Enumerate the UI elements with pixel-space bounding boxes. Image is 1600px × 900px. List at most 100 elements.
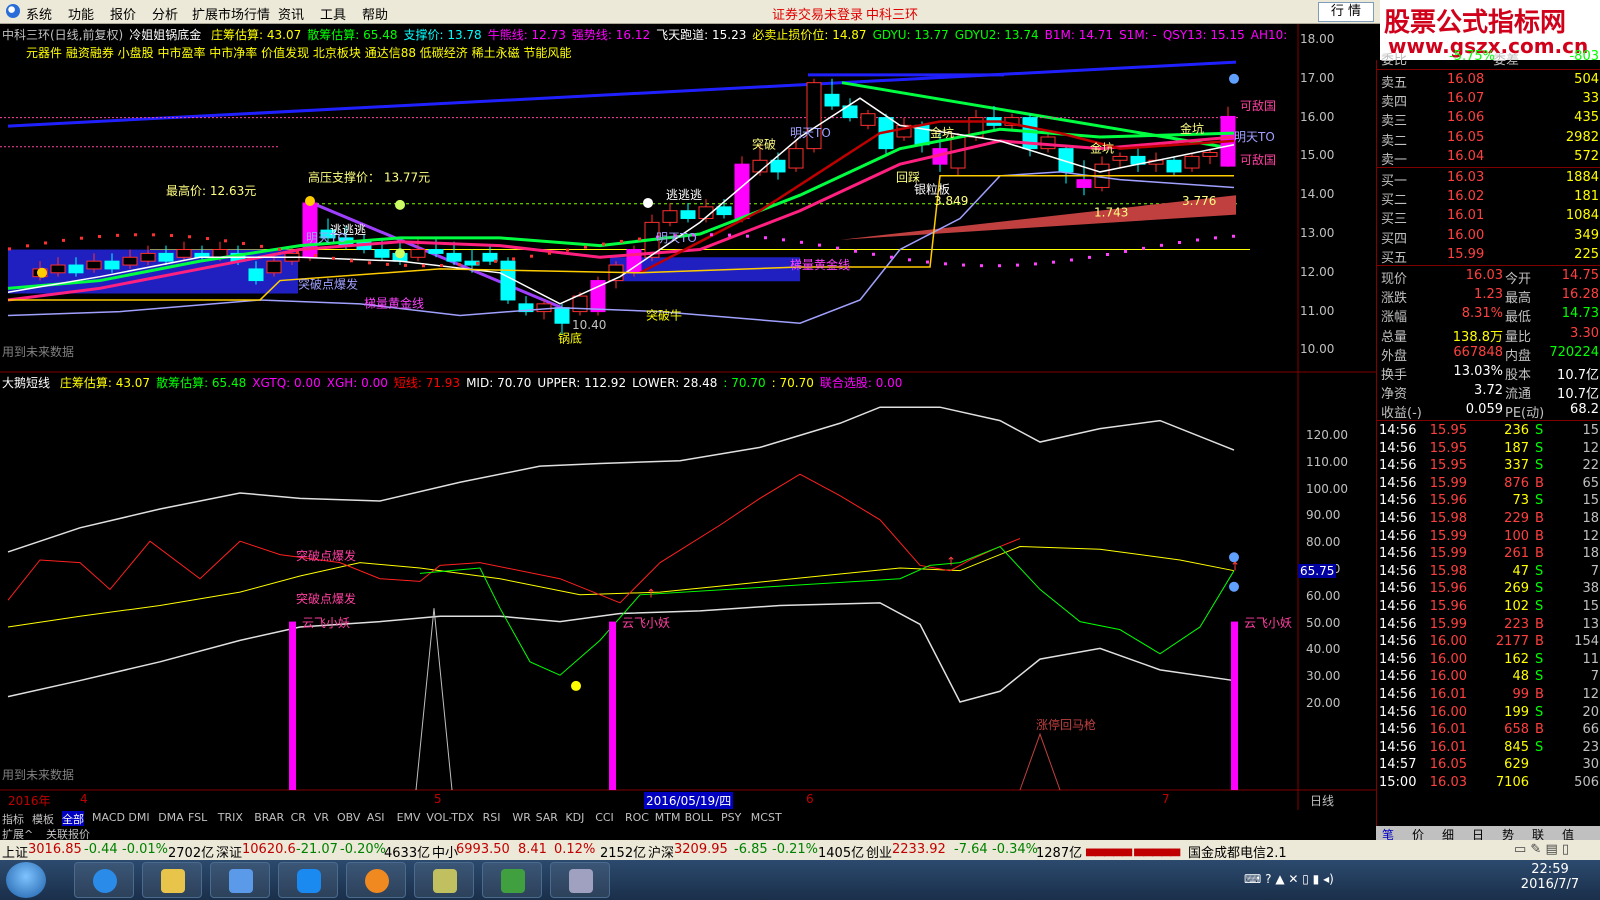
taskbar-browser[interactable] (278, 862, 338, 898)
quote-cell: 流通 (1505, 387, 1532, 403)
sz-change: -21.07 (296, 842, 338, 857)
zx-value: 6993.50 (456, 842, 510, 857)
tick-time: 14:56 (1379, 739, 1417, 755)
indicator-tab[interactable]: RSI (483, 811, 501, 824)
login-status[interactable]: 证券交易未登录 (772, 4, 863, 23)
indicator-axis-label: 90.00 (1306, 508, 1341, 523)
indicator-tab[interactable]: KDJ (565, 811, 584, 824)
tick-count: 7 (1590, 669, 1599, 685)
tick-volume: 337 (1504, 458, 1529, 474)
taskbar-stock-app[interactable] (482, 862, 542, 898)
quote-cell: 667848 (1453, 344, 1503, 360)
indicator-tab[interactable]: EMV (397, 811, 421, 824)
menu-function[interactable]: 功能 (68, 4, 94, 23)
tick-price: 16.01 (1429, 687, 1467, 702)
indicator-tab[interactable]: WR (512, 811, 531, 824)
indicator-tab[interactable]: BOLL (685, 811, 713, 824)
main-indicator-value: B1M: 14.71 (1044, 28, 1114, 42)
indicator-tab[interactable]: 指标 (2, 811, 24, 827)
indicator-tab[interactable]: VR (314, 811, 329, 824)
chart-canvas[interactable]: 高压支撑价： 13.77元最高价: 12.63元突破金坑金坑金坑逃逃逃逃逃逃明天… (0, 24, 1376, 810)
tick-count: 22 (1582, 458, 1599, 474)
start-button[interactable] (6, 862, 46, 898)
taskbar-media[interactable] (346, 862, 406, 898)
indicator-tab[interactable]: SAR (536, 811, 558, 824)
indicator-tab[interactable]: MTM (655, 811, 681, 824)
chart-area[interactable]: 高压支撑价： 13.77元 最高价: 12.63元 突破 金坑 金坑 金坑 逃逃逃 逃逃逃 明天… (0, 24, 1376, 810)
menu-system[interactable]: 系统 (26, 4, 52, 23)
menu-extended-market[interactable]: 扩展市场行情 (192, 4, 270, 23)
indicator-tab[interactable]: BRAR (254, 811, 284, 824)
indicator-tab[interactable]: FSL (188, 811, 207, 824)
tick-volume: 199 (1504, 704, 1529, 720)
price-axis-label: 18.00 (1300, 32, 1335, 46)
bid-price: 16.02 (1447, 189, 1485, 205)
signal-bar (609, 621, 616, 790)
tick-time: 15:00 (1379, 775, 1417, 790)
tick-time: 14:57 (1379, 757, 1417, 773)
panel-divider (1377, 420, 1600, 421)
indicator-tab[interactable]: 模板 (32, 811, 54, 827)
indicator-tab[interactable]: DMA (158, 811, 184, 824)
sar-dot (98, 234, 101, 238)
tick-price: 15.96 (1429, 493, 1467, 509)
bid-volume: 1884 (1565, 170, 1599, 185)
indicator-tab[interactable]: ROC (625, 811, 649, 824)
indicator-tab[interactable]: DMI (128, 811, 149, 824)
tick-side: B (1535, 687, 1544, 702)
chart-annotation-tomorrow-to4: 明天TO (1234, 130, 1275, 144)
sar-dot (1052, 260, 1055, 264)
tick-count: 12 (1582, 528, 1599, 544)
quote-cell: 净资 (1381, 387, 1408, 403)
period-label[interactable]: 日线 (1310, 792, 1334, 809)
tick-time: 14:56 (1379, 581, 1417, 597)
clock[interactable]: 22:59 2016/7/7 (1510, 862, 1590, 892)
indicator-tab[interactable]: TRIX (218, 811, 243, 824)
candle-body (68, 264, 84, 274)
taskbar-calculator[interactable] (550, 862, 610, 898)
signal-marker-icon (395, 248, 405, 259)
menu-analysis[interactable]: 分析 (152, 4, 178, 23)
tick-time: 14:56 (1379, 722, 1417, 738)
quote-mode-button[interactable]: 行 情 (1318, 2, 1374, 22)
menu-news[interactable]: 资讯 (278, 4, 304, 23)
status-tray-icons[interactable]: ▭ ✎ ▤ ▯ (1514, 842, 1569, 857)
signal-marker-icon (643, 197, 653, 208)
menu-quote[interactable]: 报价 (110, 4, 136, 23)
indicator-tab[interactable]: OBV (337, 811, 360, 824)
tick-row: 14:56 16.00 199 S 20 (1377, 704, 1600, 723)
bid-row: 买四 16.00 349 (1377, 227, 1600, 247)
indicator-tab[interactable]: 全部 (62, 811, 84, 827)
menu-help[interactable]: 帮助 (362, 4, 388, 23)
indicator-tab[interactable]: CR (291, 811, 306, 824)
taskbar-ie[interactable] (74, 862, 134, 898)
taskbar-security[interactable] (210, 862, 270, 898)
sar-dot (908, 258, 911, 262)
ask-label: 卖四 (1381, 95, 1408, 111)
tray-icons[interactable]: ⌨ ? ▲ ✕ ▯ ▮ ◂) (1244, 872, 1334, 886)
main-indicator-value: GDYU: 13.77 (872, 28, 949, 42)
menu-tools[interactable]: 工具 (320, 4, 346, 23)
indicator-tab[interactable]: MCST (751, 811, 782, 824)
indicator-tab[interactable]: PSY (721, 811, 741, 824)
indicator-tab[interactable]: MACD (92, 811, 125, 824)
ask-row: 卖一 16.04 572 (1377, 148, 1600, 168)
tick-row: 14:56 16.01 99 B 12 (1377, 686, 1600, 705)
candle-body (770, 159, 786, 173)
taskbar-explorer[interactable] (142, 862, 202, 898)
price-axis-label: 11.00 (1300, 303, 1335, 318)
indicator-tab[interactable]: CCI (595, 811, 614, 824)
tick-time: 14:56 (1379, 687, 1417, 702)
indicator-tab[interactable]: ASI (367, 811, 385, 824)
tick-volume: 269 (1504, 581, 1529, 597)
tick-count: 154 (1574, 634, 1599, 650)
indicator-tab[interactable]: VOL-TDX (426, 811, 474, 824)
sar-dot (1124, 249, 1127, 253)
taskbar-paint[interactable] (414, 862, 474, 898)
candle-body (374, 249, 390, 258)
candle-body (1184, 155, 1200, 169)
candle-body (266, 260, 282, 274)
ask-price: 16.08 (1447, 72, 1485, 87)
broker-server[interactable]: 国金成都电信2.1 (1188, 842, 1287, 861)
extension-tabs: 扩展^ 关联报价 (0, 826, 1376, 841)
